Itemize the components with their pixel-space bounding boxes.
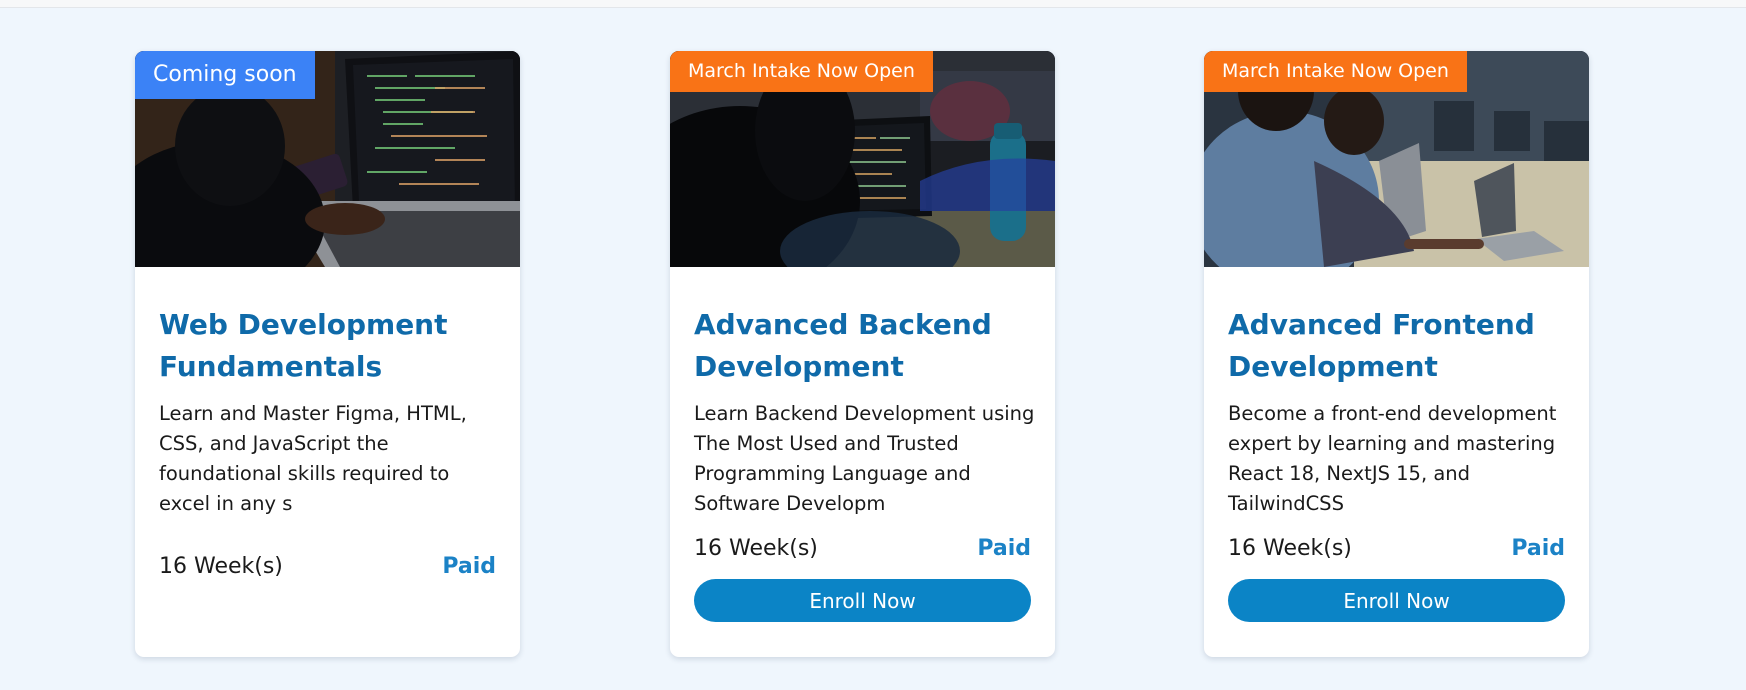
status-badge: March Intake Now Open: [670, 51, 933, 92]
course-card-advanced-frontend-development[interactable]: March Intake Now Open Advanced Frontend …: [1204, 51, 1589, 657]
course-duration: 16 Week(s): [159, 554, 283, 579]
enroll-now-button[interactable]: Enroll Now: [1228, 579, 1565, 622]
course-price: Paid: [977, 536, 1031, 561]
course-card-list: Coming soon Web Development Fundamentals…: [0, 0, 1746, 690]
course-card-advanced-backend-development[interactable]: March Intake Now Open Advanced Backend D…: [670, 51, 1055, 657]
course-duration: 16 Week(s): [1228, 536, 1352, 561]
course-description: Learn and Master Figma, HTML, CSS, and J…: [159, 402, 467, 515]
course-title[interactable]: Advanced Frontend Development: [1228, 304, 1568, 388]
status-badge: March Intake Now Open: [1204, 51, 1467, 92]
status-badge: Coming soon: [135, 51, 315, 99]
course-price: Paid: [1511, 536, 1565, 561]
course-duration: 16 Week(s): [694, 536, 818, 561]
course-card-web-development-fundamentals[interactable]: Coming soon Web Development Fundamentals…: [135, 51, 520, 657]
course-title[interactable]: Advanced Backend Development: [694, 304, 1034, 388]
course-description: Learn Backend Development using The Most…: [694, 402, 1035, 515]
course-description: Become a front-end development expert by…: [1228, 402, 1557, 515]
course-title[interactable]: Web Development Fundamentals: [159, 304, 499, 388]
course-price: Paid: [442, 554, 496, 579]
enroll-now-button[interactable]: Enroll Now: [694, 579, 1031, 622]
